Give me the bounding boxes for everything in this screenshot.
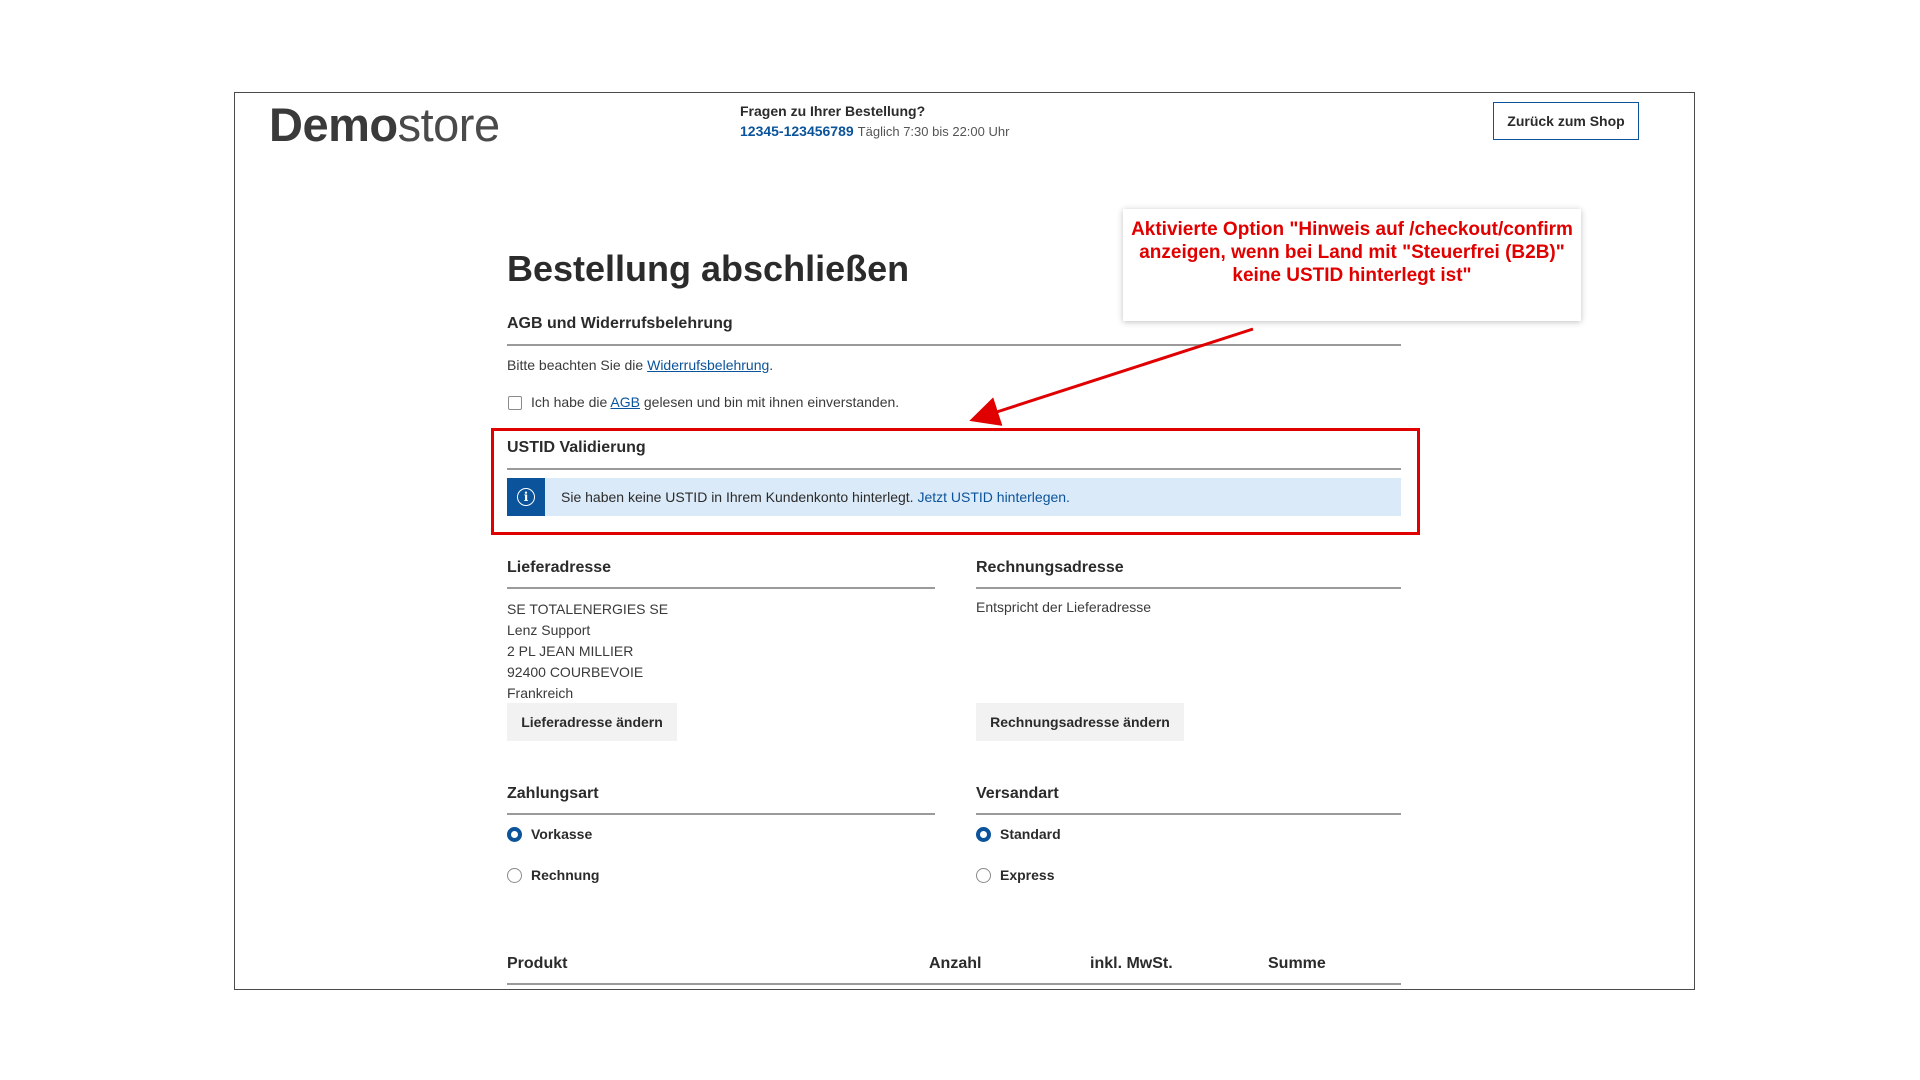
- annotation-arrow: [969, 327, 1254, 426]
